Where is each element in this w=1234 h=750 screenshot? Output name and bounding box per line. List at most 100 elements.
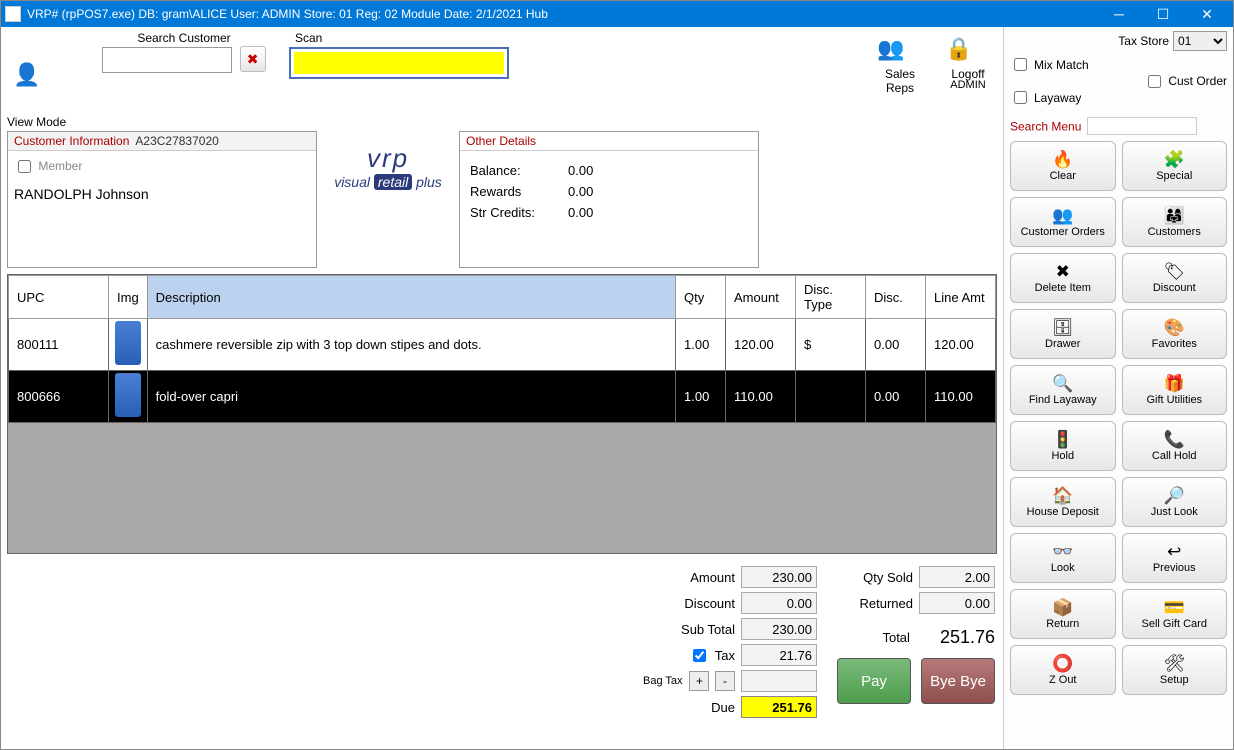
col-img[interactable]: Img [109, 276, 148, 319]
menu-button-hold[interactable]: 🚦Hold [1010, 421, 1116, 471]
clear-search-button[interactable]: ✖ [240, 46, 266, 72]
menu-button-look[interactable]: 👓Look [1010, 533, 1116, 583]
scan-label: Scan [295, 31, 509, 45]
logoff-icon[interactable]: 🔒 [941, 31, 977, 67]
col-amount[interactable]: Amount [726, 276, 796, 319]
scan-input[interactable] [294, 52, 504, 74]
setup-icon: 🛠 [1163, 655, 1185, 672]
amount-value [741, 566, 817, 588]
gift-utilities-icon: 🎁 [1164, 375, 1185, 392]
discount-value [741, 592, 817, 614]
line-items-grid[interactable]: UPC Img Description Qty Amount Disc. Typ… [7, 274, 997, 554]
customer-id: A23C27837020 [135, 134, 218, 148]
subtotal-value [741, 618, 817, 640]
tax-store-label: Tax Store [1118, 34, 1169, 48]
search-menu-input[interactable] [1087, 117, 1197, 135]
menu-button-house-deposit[interactable]: 🏠House Deposit [1010, 477, 1116, 527]
customer-info-header: Customer Information [14, 134, 129, 148]
mix-match-checkbox[interactable] [1014, 58, 1027, 71]
return-icon: 📦 [1052, 599, 1073, 616]
window-title: VRP# (rpPOS7.exe) DB: gram\ALICE User: A… [27, 7, 1097, 21]
menu-button-previous[interactable]: ↩Previous [1122, 533, 1228, 583]
customer-name: RANDOLPH Johnson [14, 186, 310, 202]
totals-area: Amount Discount Sub Total Tax Bag Tax + … [1, 560, 1003, 728]
title-bar: VRP# (rpPOS7.exe) DB: gram\ALICE User: A… [1, 1, 1233, 27]
menu-button-special[interactable]: 🧩Special [1122, 141, 1228, 191]
col-description[interactable]: Description [147, 276, 675, 319]
just-look-icon: 🔎 [1164, 487, 1185, 504]
house-deposit-icon: 🏠 [1052, 487, 1073, 504]
find-layaway-icon: 🔍 [1052, 375, 1073, 392]
menu-button-customers[interactable]: 👨‍👩‍👧Customers [1122, 197, 1228, 247]
previous-icon: ↩ [1167, 543, 1181, 560]
menu-button-sell-gift-card[interactable]: 💳Sell Gift Card [1122, 589, 1228, 639]
col-disc-type[interactable]: Disc. Type [796, 276, 866, 319]
z-out-icon: ⭕ [1052, 655, 1073, 672]
due-value [741, 696, 817, 718]
col-upc[interactable]: UPC [9, 276, 109, 319]
customer-info-panel: Customer InformationA23C27837020 Member … [7, 131, 317, 268]
layaway-checkbox[interactable] [1014, 91, 1027, 104]
balance-value: 0.00 [568, 163, 593, 178]
favorites-icon: 🎨 [1164, 319, 1185, 336]
total-value: 251.76 [940, 627, 995, 648]
table-row[interactable]: 800666fold-over capri1.00110.000.00110.0… [9, 371, 996, 423]
bag-tax-plus[interactable]: + [689, 671, 709, 691]
logoff-user: ADMIN [941, 79, 995, 91]
returned-value [919, 592, 995, 614]
member-checkbox[interactable] [18, 160, 31, 173]
menu-button-delete-item[interactable]: ✖Delete Item [1010, 253, 1116, 303]
menu-button-find-layaway[interactable]: 🔍Find Layaway [1010, 365, 1116, 415]
menu-button-z-out[interactable]: ⭕Z Out [1010, 645, 1116, 695]
sales-reps-label: Sales Reps [873, 67, 927, 95]
special-icon: 🧩 [1164, 151, 1185, 168]
bag-tax-minus[interactable]: - [715, 671, 735, 691]
bye-bye-button[interactable]: Bye Bye [921, 658, 995, 704]
vrp-logo: vrp visual retail plus [323, 131, 453, 201]
tax-store-select[interactable]: 01 [1173, 31, 1227, 51]
other-details-panel: Other Details Balance:0.00 Rewards0.00 S… [459, 131, 759, 268]
top-toolbar: 👤 Search Customer ✖ Scan 👥 Sales Reps 🔒 … [1, 27, 1003, 111]
call-hold-icon: 📞 [1164, 431, 1185, 448]
item-thumbnail [115, 373, 141, 417]
customer-orders-icon: 👥 [1052, 207, 1073, 224]
col-line-amt[interactable]: Line Amt [926, 276, 996, 319]
sales-reps-icon[interactable]: 👥 [873, 31, 909, 67]
look-icon: 👓 [1052, 543, 1073, 560]
tax-checkbox[interactable] [693, 649, 706, 662]
search-customer-label: Search Customer [99, 31, 269, 45]
discount-icon: 🏷 [1163, 263, 1185, 280]
pay-button[interactable]: Pay [837, 658, 911, 704]
hold-icon: 🚦 [1052, 431, 1073, 448]
menu-button-clear[interactable]: 🔥Clear [1010, 141, 1116, 191]
menu-button-favorites[interactable]: 🎨Favorites [1122, 309, 1228, 359]
delete-item-icon: ✖ [1056, 263, 1070, 280]
search-customer-input[interactable] [102, 47, 232, 73]
menu-button-return[interactable]: 📦Return [1010, 589, 1116, 639]
search-menu-label: Search Menu [1010, 120, 1081, 134]
member-checkbox-label: Member [14, 159, 82, 173]
menu-button-setup[interactable]: 🛠Setup [1122, 645, 1228, 695]
menu-button-customer-orders[interactable]: 👥Customer Orders [1010, 197, 1116, 247]
str-credits-value: 0.00 [568, 205, 593, 220]
customers-icon: 👨‍👩‍👧 [1164, 207, 1185, 224]
app-icon [5, 6, 21, 22]
maximize-button[interactable]: ☐ [1141, 1, 1185, 27]
menu-button-discount[interactable]: 🏷Discount [1122, 253, 1228, 303]
item-thumbnail [115, 321, 141, 365]
tax-value [741, 644, 817, 666]
side-menu: Tax Store 01 Mix Match Layaway Cust Orde… [1003, 27, 1233, 749]
sell-gift-card-icon: 💳 [1164, 599, 1185, 616]
menu-button-call-hold[interactable]: 📞Call Hold [1122, 421, 1228, 471]
col-qty[interactable]: Qty [676, 276, 726, 319]
close-button[interactable]: ✕ [1185, 1, 1229, 27]
rewards-value: 0.00 [568, 184, 593, 199]
menu-button-gift-utilities[interactable]: 🎁Gift Utilities [1122, 365, 1228, 415]
cust-order-checkbox[interactable] [1148, 75, 1161, 88]
minimize-button[interactable]: ─ [1097, 1, 1141, 27]
table-row[interactable]: 800111cashmere reversible zip with 3 top… [9, 319, 996, 371]
menu-button-drawer[interactable]: 🗄Drawer [1010, 309, 1116, 359]
drawer-icon: 🗄 [1052, 319, 1074, 336]
menu-button-just-look[interactable]: 🔎Just Look [1122, 477, 1228, 527]
col-disc[interactable]: Disc. [866, 276, 926, 319]
